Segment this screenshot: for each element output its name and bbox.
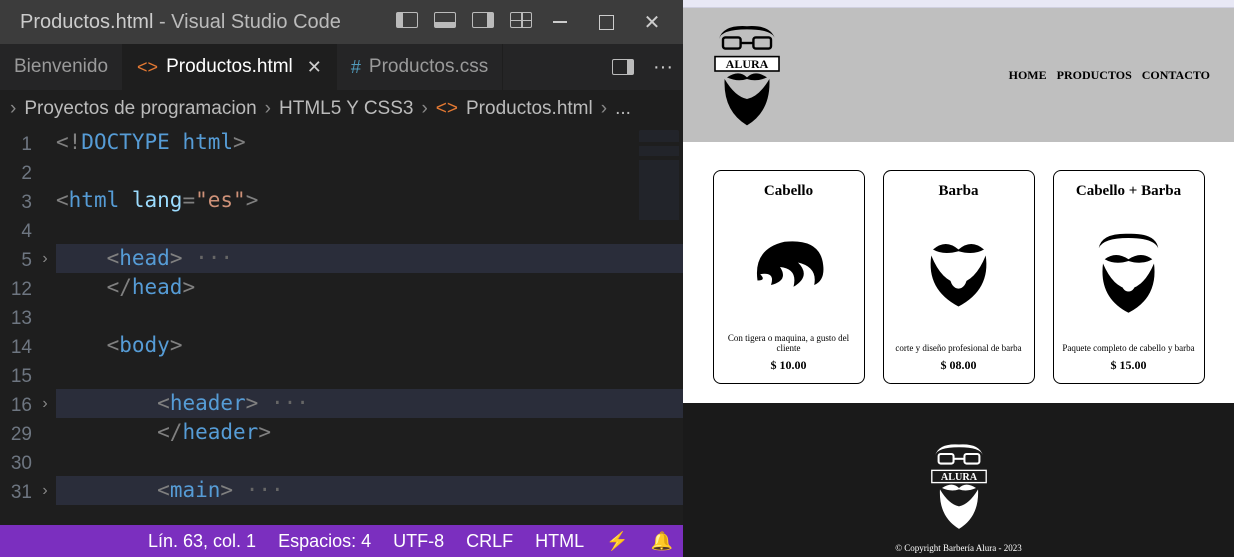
card-title: Cabello: [764, 183, 813, 200]
line-gutter: 1 2 3 4 5 12 13 14 15 16 29 30 31: [0, 128, 34, 525]
page-footer: ALURA © Copyright Barbería Alura - 2023: [683, 403, 1234, 557]
status-cursor-pos[interactable]: Lín. 63, col. 1: [148, 531, 256, 552]
crumb-folder[interactable]: HTML5 Y CSS3: [279, 98, 413, 120]
window-minimize-button[interactable]: [537, 0, 583, 44]
tab-productos-html[interactable]: <> Productos.html ✕: [123, 44, 337, 90]
status-bar: Lín. 63, col. 1 Espacios: 4 UTF-8 CRLF H…: [0, 525, 683, 557]
css-file-icon: #: [351, 57, 361, 78]
chevron-right-icon: ›: [10, 98, 16, 120]
crumb-more[interactable]: ...: [615, 98, 631, 120]
card-desc: Paquete completo de cabello y barba: [1062, 344, 1194, 354]
layout-right-icon[interactable]: [467, 11, 499, 34]
breadcrumbs[interactable]: › Proyectos de programacion › HTML5 Y CS…: [0, 90, 683, 128]
product-card-cabello-barba[interactable]: Cabello + Barba Paquete completo de cabe…: [1053, 170, 1205, 384]
tab-productos-css[interactable]: # Productos.css: [337, 44, 503, 90]
layout-left-icon[interactable]: [391, 11, 423, 34]
code-editor[interactable]: 1 2 3 4 5 12 13 14 15 16 29 30 31 › › › …: [0, 128, 683, 525]
layout-grid-icon[interactable]: [505, 11, 537, 34]
minimap[interactable]: [639, 130, 679, 240]
browser-preview: ALURA HOME PRODUCTOS CONTACTO Cabello Co…: [683, 0, 1234, 557]
card-desc: Con tigera o maquina, a gusto del client…: [720, 334, 858, 354]
chevron-right-icon: ›: [601, 98, 607, 120]
window-maximize-button[interactable]: [583, 0, 629, 44]
beard-icon: [890, 200, 1028, 344]
svg-text:ALURA: ALURA: [940, 472, 977, 483]
split-editor-icon[interactable]: [603, 44, 643, 90]
fold-column: › › ›: [34, 128, 56, 525]
nav-menu: HOME PRODUCTOS CONTACTO: [1009, 68, 1210, 83]
titlebar: Productos.html - Visual Studio Code ✕: [0, 0, 683, 44]
vscode-window: Productos.html - Visual Studio Code ✕ Bi…: [0, 0, 683, 557]
products-grid: Cabello Con tigera o maquina, a gusto de…: [683, 142, 1234, 403]
hair-beard-icon: [1060, 200, 1198, 344]
title-filename: Productos.html: [20, 11, 153, 33]
status-spaces[interactable]: Espacios: 4: [278, 531, 371, 552]
window-title: Productos.html - Visual Studio Code: [20, 11, 391, 34]
footer-logo: ALURA: [925, 440, 993, 537]
browser-chrome: [683, 0, 1234, 8]
status-eol[interactable]: CRLF: [466, 531, 513, 552]
footer-copyright: © Copyright Barbería Alura - 2023: [895, 543, 1022, 553]
card-title: Barba: [938, 183, 978, 200]
fold-chevron-icon[interactable]: ›: [34, 244, 56, 273]
crumb-file[interactable]: Productos.html: [466, 98, 593, 120]
tab-welcome[interactable]: Bienvenido: [0, 44, 123, 90]
layout-bottom-icon[interactable]: [429, 11, 461, 34]
nav-contacto[interactable]: CONTACTO: [1142, 68, 1210, 83]
html-file-icon: <>: [436, 98, 458, 120]
svg-text:ALURA: ALURA: [726, 57, 769, 71]
card-price: $ 10.00: [771, 358, 807, 373]
card-title: Cabello + Barba: [1076, 183, 1181, 200]
tab-css-label: Productos.css: [369, 56, 488, 78]
status-language[interactable]: HTML: [535, 531, 584, 552]
chevron-right-icon: ›: [421, 98, 427, 120]
tab-active-label: Productos.html: [166, 56, 293, 78]
status-encoding[interactable]: UTF-8: [393, 531, 444, 552]
fold-chevron-icon[interactable]: ›: [34, 476, 56, 505]
close-tab-icon[interactable]: ✕: [307, 57, 322, 78]
more-actions-icon[interactable]: ···: [643, 44, 683, 90]
tab-welcome-label: Bienvenido: [14, 56, 108, 78]
tab-bar: Bienvenido <> Productos.html ✕ # Product…: [0, 44, 683, 90]
nav-home[interactable]: HOME: [1009, 68, 1047, 83]
card-price: $ 15.00: [1111, 358, 1147, 373]
page-header: ALURA HOME PRODUCTOS CONTACTO: [683, 8, 1234, 142]
window-close-button[interactable]: ✕: [629, 0, 675, 44]
product-card-cabello[interactable]: Cabello Con tigera o maquina, a gusto de…: [713, 170, 865, 384]
crumb-project[interactable]: Proyectos de programacion: [24, 98, 256, 120]
fold-chevron-icon[interactable]: ›: [34, 389, 56, 418]
logo: ALURA: [707, 20, 787, 130]
chevron-right-icon: ›: [265, 98, 271, 120]
feedback-icon[interactable]: ⚡: [606, 531, 628, 552]
card-desc: corte y diseño profesional de barba: [895, 344, 1021, 354]
card-price: $ 08.00: [941, 358, 977, 373]
hair-icon: [720, 200, 858, 334]
title-app: Visual Studio Code: [171, 11, 341, 33]
notifications-icon[interactable]: 🔔: [651, 531, 673, 552]
product-card-barba[interactable]: Barba corte y diseño profesional de barb…: [883, 170, 1035, 384]
nav-productos[interactable]: PRODUCTOS: [1057, 68, 1132, 83]
html-file-icon: <>: [137, 57, 158, 78]
code-area[interactable]: <!DOCTYPE html> <html lang="es"> <head> …: [56, 128, 683, 525]
